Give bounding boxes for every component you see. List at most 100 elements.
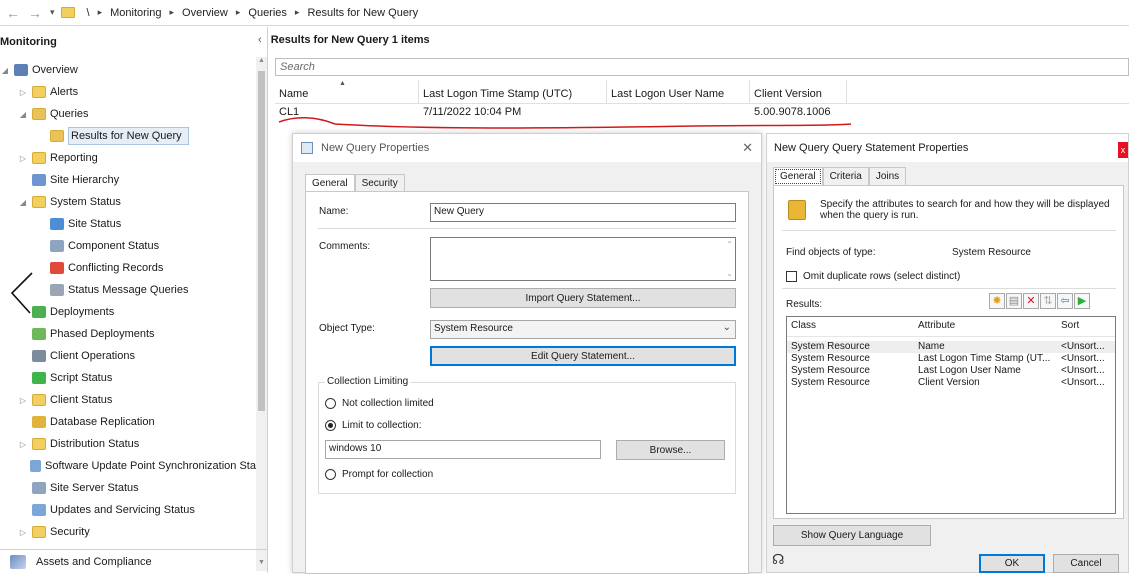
cell-attribute: Last Logon Time Stamp (UT... xyxy=(918,353,1051,364)
tree-item-label: Reporting xyxy=(50,152,98,164)
breadcrumb-root[interactable]: \ xyxy=(87,7,90,19)
object-type-select[interactable]: System Resource ⌄ xyxy=(430,320,736,339)
column-header-class[interactable]: Class xyxy=(787,317,914,336)
tree-item[interactable]: Site Server Status xyxy=(0,477,256,499)
updates-servicing-icon xyxy=(32,504,46,516)
tree-item[interactable]: Site Hierarchy xyxy=(0,169,256,191)
cell-attribute: Last Logon User Name xyxy=(918,365,1021,376)
list-item[interactable]: System Resource Client Version <Unsort..… xyxy=(787,377,1115,389)
breadcrumb: \ ▸ Monitoring ▸ Overview ▸ Queries ▸ Re… xyxy=(81,7,419,19)
tree-item[interactable]: ▷ Client Status xyxy=(0,389,256,411)
tree-item-label: Security xyxy=(50,526,90,538)
script-status-icon xyxy=(32,372,46,384)
radio-not-collection-limited[interactable]: Not collection limited xyxy=(325,398,434,409)
tree-item[interactable]: Database Replication xyxy=(0,411,256,433)
breadcrumb-monitoring[interactable]: Monitoring xyxy=(110,7,161,19)
move-icon[interactable]: ⇦ xyxy=(1057,293,1073,309)
list-item[interactable]: System Resource Last Logon Time Stamp (U… xyxy=(787,353,1115,365)
tree-item[interactable]: Script Status xyxy=(0,367,256,389)
comments-textarea[interactable]: ⌃ ⌄ xyxy=(430,237,736,281)
browse-button[interactable]: Browse... xyxy=(616,440,725,460)
search-input[interactable]: Search xyxy=(275,58,1129,76)
breadcrumb-queries[interactable]: Queries xyxy=(248,7,287,19)
expand-toggle-icon[interactable]: ▷ xyxy=(18,528,28,537)
tree-item[interactable]: Component Status xyxy=(0,235,256,257)
show-query-language-button[interactable]: Show Query Language xyxy=(773,525,931,546)
scroll-up-icon[interactable]: ⌃ xyxy=(726,240,733,249)
client-operations-icon xyxy=(32,350,46,362)
history-dropdown-icon[interactable]: ▾ xyxy=(50,7,55,18)
tab-joins[interactable]: Joins xyxy=(868,167,907,186)
properties-icon[interactable]: ▤ xyxy=(1006,293,1022,309)
tab-criteria[interactable]: Criteria xyxy=(822,167,869,186)
tree-item[interactable]: ▷ Alerts xyxy=(0,81,256,103)
tree-item[interactable]: Site Status xyxy=(0,213,256,235)
run-icon[interactable]: ▶ xyxy=(1074,293,1090,309)
tab-general[interactable]: General xyxy=(773,167,823,186)
column-header-last-logon[interactable]: Last Logon Time Stamp (UTC) xyxy=(419,80,607,103)
collapse-pane-icon[interactable]: ‹ xyxy=(258,34,262,46)
expand-toggle-icon[interactable]: ◢ xyxy=(18,198,28,207)
breadcrumb-overview[interactable]: Overview xyxy=(182,7,228,19)
column-header-user-name[interactable]: Last Logon User Name xyxy=(607,80,750,103)
radio-prompt-for-collection[interactable]: Prompt for collection xyxy=(325,469,433,480)
phased-deployments-icon xyxy=(32,328,46,340)
expand-toggle-icon[interactable]: ◢ xyxy=(0,66,10,75)
expand-toggle-icon[interactable]: ▷ xyxy=(18,396,28,405)
import-query-statement-button[interactable]: Import Query Statement... xyxy=(430,288,736,308)
scroll-down-icon[interactable]: ⌄ xyxy=(726,269,733,278)
column-header-name[interactable]: Name xyxy=(275,80,419,103)
navigation-scrollbar[interactable]: ▲ ▼ xyxy=(256,57,267,571)
close-icon[interactable]: x xyxy=(1118,142,1128,158)
workspace-assets-compliance[interactable]: Assets and Compliance xyxy=(0,549,268,573)
back-icon[interactable]: ← xyxy=(4,5,22,21)
tree-item[interactable]: Results for New Query xyxy=(0,125,256,147)
forward-icon[interactable]: → xyxy=(26,5,44,21)
tree-item[interactable]: Client Operations xyxy=(0,345,256,367)
tree-item[interactable]: ◢ Overview xyxy=(0,59,256,81)
folder-icon xyxy=(32,196,46,208)
reorder-icon[interactable]: ⇅ xyxy=(1040,293,1056,309)
column-header-client-version[interactable]: Client Version xyxy=(750,80,847,103)
collection-input[interactable]: windows 10 xyxy=(325,440,601,459)
tree-item-label: Site Server Status xyxy=(50,482,139,494)
breadcrumb-results[interactable]: Results for New Query xyxy=(307,7,418,19)
cancel-button[interactable]: Cancel xyxy=(1053,554,1119,573)
tree-item-label: Script Status xyxy=(50,372,113,384)
list-item[interactable]: System Resource Last Logon User Name <Un… xyxy=(787,365,1115,377)
expand-toggle-icon[interactable]: ▷ xyxy=(18,154,28,163)
tree-item[interactable]: ▷ Distribution Status xyxy=(0,433,256,455)
name-input[interactable]: New Query xyxy=(430,203,736,222)
tree-item[interactable]: ▷ Security xyxy=(0,521,256,543)
column-header-attribute[interactable]: Attribute xyxy=(914,317,1057,336)
statement-description: Specify the attributes to search for and… xyxy=(820,199,1110,221)
tree-item[interactable]: Software Update Point Synchronization St… xyxy=(0,455,256,477)
tree-item[interactable]: Phased Deployments xyxy=(0,323,256,345)
new-attribute-icon[interactable]: ✸ xyxy=(989,293,1005,309)
scroll-up-icon[interactable]: ▲ xyxy=(256,57,267,69)
scrollbar-thumb[interactable] xyxy=(258,71,265,411)
column-header-sort[interactable]: Sort xyxy=(1057,317,1115,336)
expand-toggle-icon[interactable]: ▷ xyxy=(18,440,28,449)
tree-item[interactable]: ◢ Queries xyxy=(0,103,256,125)
tree-item[interactable]: ▷ Reporting xyxy=(0,147,256,169)
delete-icon[interactable]: ✕ xyxy=(1023,293,1039,309)
results-title: Results for New Query 1 items xyxy=(270,34,430,46)
radio-indicator xyxy=(325,469,336,480)
tree-item-label: Alerts xyxy=(50,86,79,98)
expand-toggle-icon[interactable]: ▷ xyxy=(18,88,28,97)
overview-icon xyxy=(14,64,28,76)
edit-query-statement-button[interactable]: Edit Query Statement... xyxy=(430,346,736,366)
breadcrumb-separator-icon: ▸ xyxy=(97,7,103,17)
tree-item[interactable]: ◢ System Status xyxy=(0,191,256,213)
omit-duplicate-rows-checkbox[interactable]: Omit duplicate rows (select distinct) xyxy=(786,271,960,282)
ok-button[interactable]: OK xyxy=(979,554,1045,573)
list-item[interactable]: System Resource Name <Unsort... xyxy=(787,341,1115,353)
results-listview[interactable]: Class Attribute Sort System Resource Nam… xyxy=(786,316,1116,514)
cell-class: System Resource xyxy=(791,353,870,364)
radio-limit-to-collection[interactable]: Limit to collection: xyxy=(325,420,421,431)
close-icon[interactable]: ✕ xyxy=(742,140,753,156)
expand-toggle-icon[interactable]: ◢ xyxy=(18,110,28,119)
tree-item[interactable]: Updates and Servicing Status xyxy=(0,499,256,521)
navigation-title: Monitoring xyxy=(0,36,57,48)
